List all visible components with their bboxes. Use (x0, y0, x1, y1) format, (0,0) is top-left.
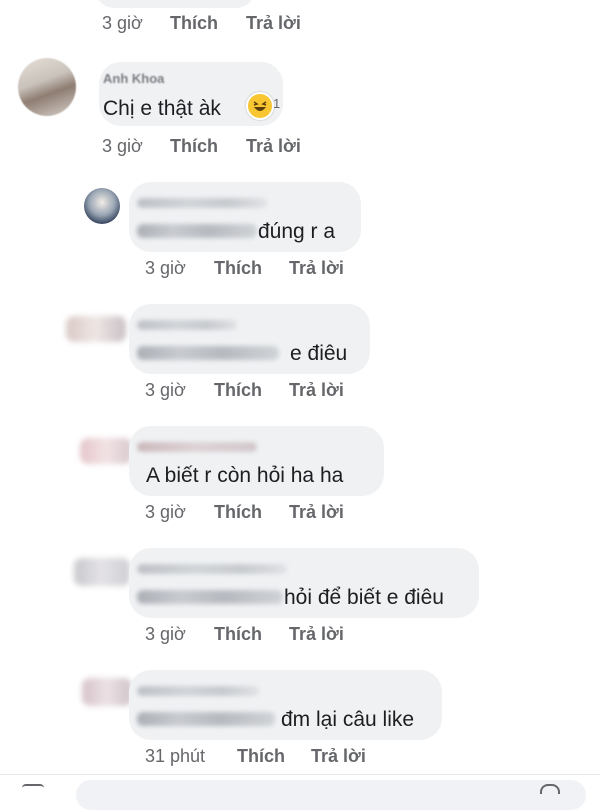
comment-text: e điêu (290, 342, 348, 365)
comment-input[interactable] (76, 780, 586, 810)
reply-button[interactable]: Trả lời (289, 502, 344, 523)
like-button[interactable]: Thích (170, 136, 218, 157)
avatar[interactable] (18, 58, 76, 116)
comment-text-blurred (137, 224, 257, 238)
like-button[interactable]: Thích (214, 258, 262, 279)
comment-time: 3 giờ (145, 258, 186, 278)
comment-author-blurred[interactable] (137, 564, 287, 574)
previous-comment-bubble (95, 0, 255, 8)
comment-text: Chị e thật àk (103, 97, 221, 120)
reply-button[interactable]: Trả lời (289, 258, 344, 279)
comment-time: 3 giờ (145, 380, 186, 400)
comment-author-blurred[interactable] (137, 686, 259, 696)
reply-button[interactable]: Trả lời (246, 13, 301, 34)
like-button[interactable]: Thích (214, 624, 262, 645)
comment-text: đúng r a (258, 220, 336, 243)
comment-author-blurred[interactable] (137, 320, 237, 330)
comment-time: 3 giờ (102, 136, 143, 156)
comment-author-blurred[interactable] (137, 198, 267, 208)
comment-text: A biết r còn hỏi ha ha (146, 464, 344, 487)
comment-author[interactable]: Anh Khoa (103, 71, 164, 86)
avatar[interactable] (66, 316, 126, 342)
like-button[interactable]: Thích (170, 13, 218, 34)
emoji-icon[interactable] (540, 784, 560, 794)
comment-author-blurred[interactable] (137, 442, 257, 452)
comment-text: hỏi để biết e điêu (284, 586, 444, 609)
camera-icon[interactable] (22, 784, 44, 794)
reaction-count: 1 (273, 96, 281, 111)
laughing-emoji-icon[interactable] (246, 92, 274, 120)
like-button[interactable]: Thích (214, 502, 262, 523)
reply-button[interactable]: Trả lời (246, 136, 301, 157)
avatar[interactable] (84, 188, 120, 224)
comment-time: 31 phút (145, 746, 206, 766)
reply-button[interactable]: Trả lời (289, 624, 344, 645)
comment-text-blurred (137, 590, 283, 604)
comment-text-blurred (137, 712, 275, 726)
reply-button[interactable]: Trả lời (289, 380, 344, 401)
comment-text-blurred (137, 346, 279, 360)
comment-time: 3 giờ (102, 13, 143, 33)
composer-divider (0, 774, 600, 775)
avatar[interactable] (80, 438, 132, 464)
comment-time: 3 giờ (145, 502, 186, 522)
avatar[interactable] (74, 558, 130, 586)
like-button[interactable]: Thích (237, 746, 285, 767)
comment-text: đm lại câu like (281, 708, 415, 731)
reply-button[interactable]: Trả lời (311, 746, 366, 767)
avatar[interactable] (82, 678, 132, 706)
like-button[interactable]: Thích (214, 380, 262, 401)
comment-time: 3 giờ (145, 624, 186, 644)
laughing-face-icon (249, 95, 271, 117)
